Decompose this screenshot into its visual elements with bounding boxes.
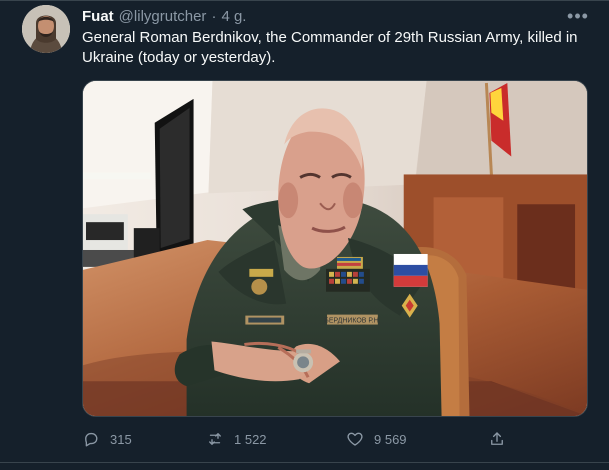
retweet-icon (209, 433, 221, 445)
more-icon[interactable]: ••• (566, 6, 590, 26)
tweet-text: General Roman Berdnikov, the Commander o… (82, 29, 578, 66)
share-button[interactable] (488, 428, 516, 450)
header-separator: · (211, 7, 217, 25)
divider-bottom (0, 462, 609, 463)
avatar[interactable] (22, 5, 70, 53)
tweet-timestamp[interactable]: 4 g. (221, 8, 246, 25)
author-name[interactable]: Fuat (82, 8, 114, 25)
like-count: 9 569 (374, 431, 407, 447)
reply-count: 315 (110, 431, 132, 447)
uniform-name-tag: БЕРДНИКОВ Р.Н. (324, 318, 380, 325)
divider-top (0, 0, 609, 1)
like-button[interactable]: 9 569 (346, 428, 407, 450)
retweet-count: 1 522 (234, 431, 267, 447)
reply-icon (85, 432, 98, 447)
tweet-image[interactable]: БЕРДНИКОВ Р.Н. (82, 80, 588, 417)
tweet-actions: 315 1 522 9 569 (82, 428, 522, 450)
retweet-button[interactable]: 1 522 (206, 428, 267, 450)
like-icon (347, 432, 363, 446)
share-icon (491, 432, 503, 445)
author-handle[interactable]: @lilygrutcher (119, 8, 207, 25)
tweet-header: Fuat @lilygrutcher · 4 g. (82, 6, 246, 26)
reply-button[interactable]: 315 (82, 428, 132, 450)
tweet-card[interactable]: Fuat @lilygrutcher · 4 g. ••• General Ro… (0, 0, 609, 470)
